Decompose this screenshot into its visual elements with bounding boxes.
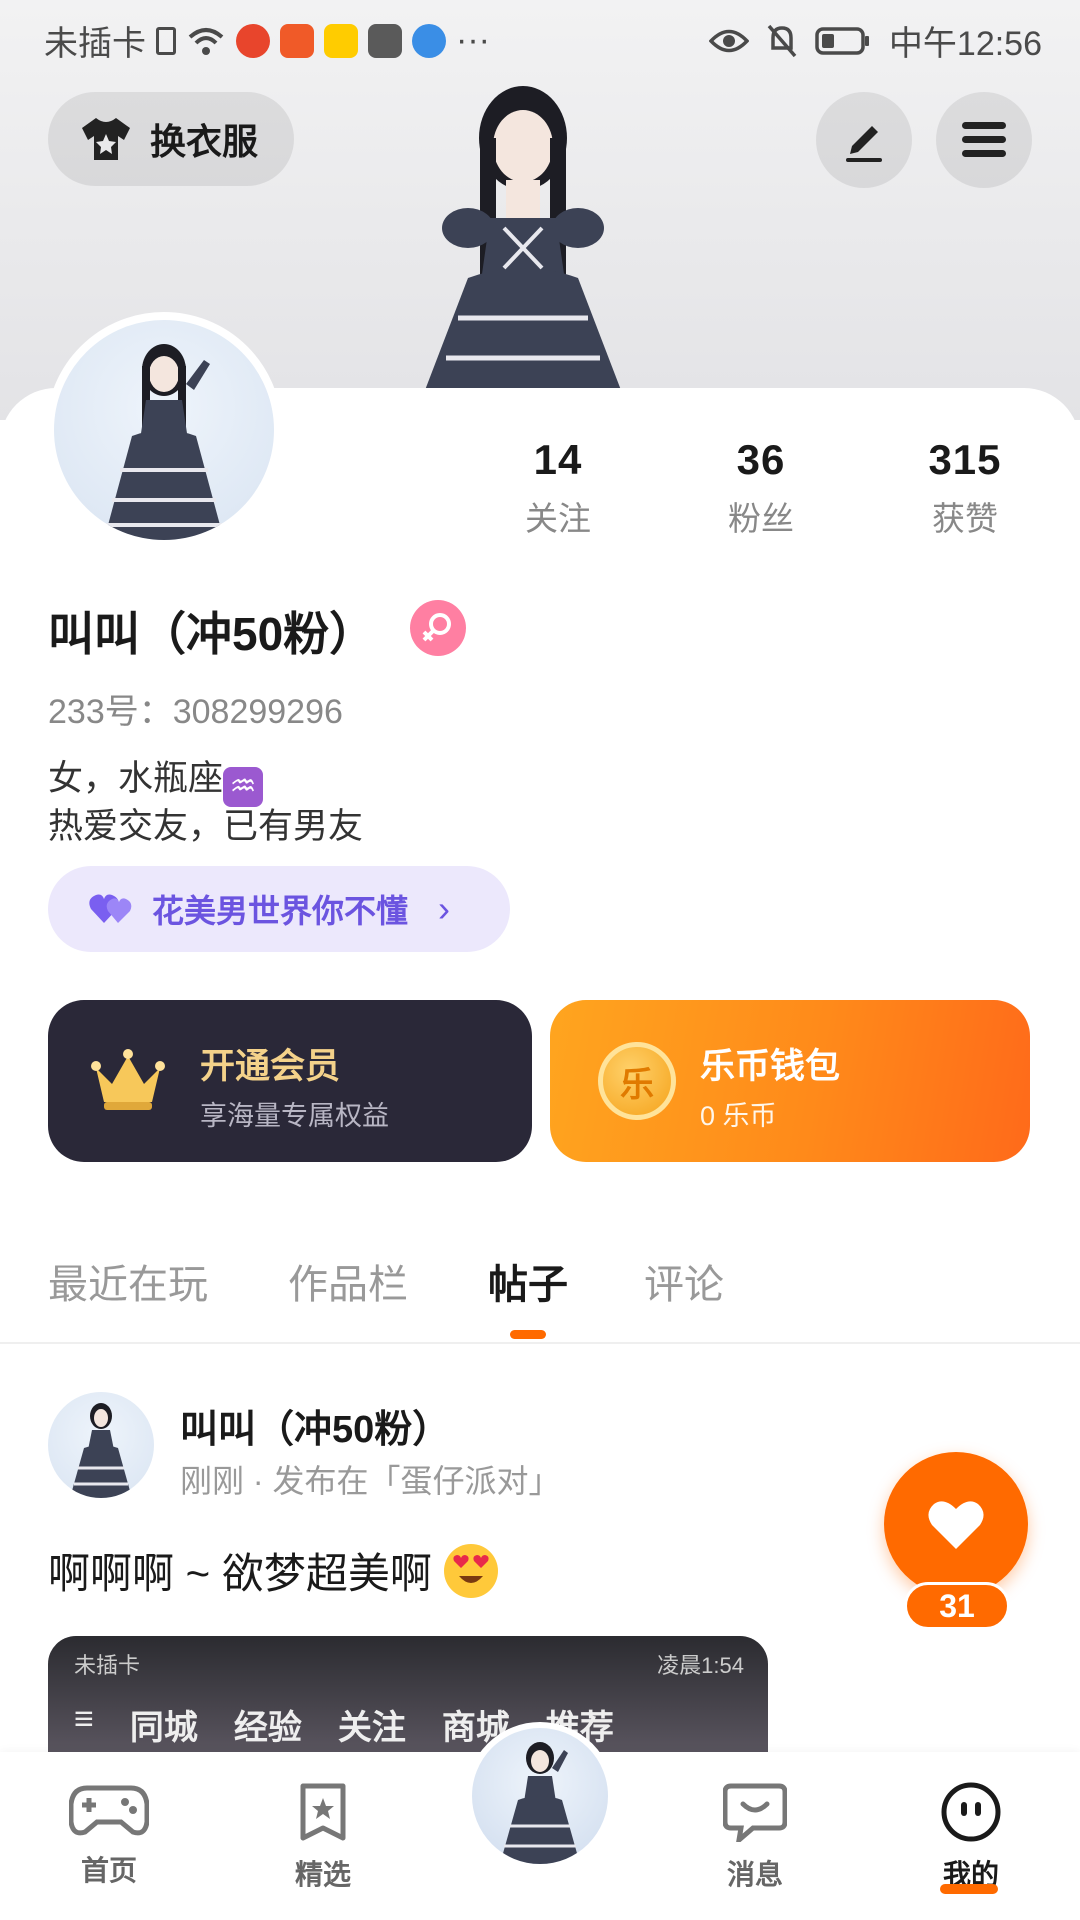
tab-posts[interactable]: 帖子: [488, 1252, 568, 1310]
nav-me[interactable]: 我的: [906, 1782, 1036, 1893]
nav-messages[interactable]: 消息: [690, 1782, 820, 1893]
female-gender-icon: [410, 600, 466, 656]
bio-text: 女，水瓶座: [48, 759, 224, 798]
gamepad-icon: [68, 1785, 150, 1836]
post-author-avatar[interactable]: [48, 1392, 154, 1498]
edit-profile-button[interactable]: [816, 92, 912, 188]
like-count: 31: [904, 1582, 1010, 1630]
huawei-app-icon: [368, 23, 402, 58]
screenshot-status-carrier: 未插卡: [74, 1653, 141, 1678]
mute-bell-icon: [767, 24, 797, 57]
post-author-name[interactable]: 叫叫（冲50粉）: [180, 1398, 450, 1453]
wallet-title: 乐币钱包: [700, 1047, 841, 1086]
bio-line-2: 热爱交友，已有男友: [48, 807, 364, 846]
tab-works[interactable]: 作品栏: [288, 1252, 408, 1310]
post-meta: 刚刚 · 发布在「蛋仔派对」: [180, 1463, 561, 1499]
more-notifications: ···: [456, 21, 490, 59]
clock-text: 中午12:56: [888, 25, 1042, 63]
stat-value: 315: [928, 436, 1002, 483]
vip-membership-card[interactable]: 开通会员 享海量专属权益: [48, 1000, 532, 1162]
app-notification-icon: [280, 23, 314, 58]
stat-label: 获赞: [932, 500, 998, 537]
screenshot-menu-icon: ≡: [74, 1700, 94, 1738]
profile-tabs: 最近在玩 作品栏 帖子 评论: [0, 1240, 1080, 1340]
wallet-card[interactable]: 乐 乐币钱包 0 乐币: [550, 1000, 1030, 1162]
battery-icon: [815, 26, 869, 55]
stat-value: 14: [533, 436, 583, 483]
coin-icon: 乐: [598, 1042, 676, 1120]
post-image[interactable]: 未插卡 凌晨1:54 ≡ 同城 经验 关注 商城 推荐: [48, 1636, 768, 1756]
like-button[interactable]: [884, 1452, 1028, 1596]
nav-active-indicator: [940, 1884, 998, 1894]
active-tab-indicator: [510, 1330, 546, 1339]
status-bar: 未插卡 ··· 中午12:56: [0, 0, 1080, 76]
screenshot-tab: 经验: [233, 1709, 302, 1747]
stat-value: 36: [736, 436, 786, 483]
app-notification-icon: [324, 23, 358, 58]
screenshot-tab: 同城: [129, 1709, 198, 1747]
menu-button[interactable]: [936, 92, 1032, 188]
heart-icon: [928, 1501, 984, 1549]
nav-avatar-center-button[interactable]: [466, 1722, 614, 1870]
club-badge-button[interactable]: 花美男世界你不懂 ›: [48, 866, 510, 952]
bottom-navigation: 首页 精选 消息 我的: [0, 1722, 1080, 1920]
stat-followers[interactable]: 36 粉丝: [676, 436, 846, 540]
wifi-icon: [188, 27, 224, 55]
eye-icon: [708, 29, 749, 52]
user-id[interactable]: 233号：308299296: [48, 684, 343, 733]
stat-following[interactable]: 14 关注: [473, 436, 643, 540]
double-heart-icon: [89, 894, 132, 923]
crown-icon: [91, 1049, 165, 1110]
divider: [0, 1342, 1080, 1344]
club-label: 花美男世界你不懂: [152, 893, 409, 929]
pen-icon: [846, 126, 882, 162]
profile-name: 叫叫（冲50粉）: [48, 608, 376, 660]
stat-label: 粉丝: [728, 500, 794, 537]
nav-featured[interactable]: 精选: [258, 1782, 388, 1893]
avatar-figure: [70, 1403, 132, 1498]
wallet-balance: 0 乐币: [700, 1101, 777, 1131]
chat-bubble-icon: [722, 1783, 788, 1847]
vip-title: 开通会员: [200, 1047, 341, 1086]
browser-icon: [412, 23, 446, 58]
chevron-right-icon: ›: [438, 888, 451, 929]
stat-likes[interactable]: 315 获赞: [880, 436, 1050, 540]
avatar-3d-figure: [422, 86, 624, 398]
vip-subtitle: 享海量专属权益: [200, 1101, 389, 1131]
tab-comments[interactable]: 评论: [644, 1252, 724, 1310]
nav-label: 首页: [80, 1855, 137, 1886]
screenshot-status-time: 凌晨1:54: [657, 1653, 744, 1678]
face-icon: [941, 1782, 1001, 1842]
sim-icon: [156, 26, 176, 55]
screenshot-tab: 关注: [337, 1709, 406, 1747]
heart-eyes-emoji-icon: [443, 1544, 498, 1598]
profile-stats: 14 关注 36 粉丝 315 获赞: [0, 436, 1080, 546]
change-outfit-button[interactable]: 换衣服: [48, 92, 294, 186]
stat-label: 关注: [525, 500, 591, 537]
hamburger-icon: [962, 122, 1006, 157]
post-text-content: 啊啊啊 ~ 欲梦超美啊: [48, 1550, 432, 1597]
avatar-figure: [500, 1742, 580, 1864]
tshirt-icon: [82, 118, 130, 160]
nav-label: 消息: [726, 1859, 783, 1890]
star-bookmark-icon: [300, 1783, 346, 1841]
app-notification-icon: [236, 23, 270, 58]
change-outfit-label: 换衣服: [150, 121, 259, 162]
carrier-text: 未插卡: [44, 25, 146, 63]
nav-home[interactable]: 首页: [44, 1782, 174, 1889]
tab-recently-played[interactable]: 最近在玩: [48, 1252, 208, 1310]
nav-label: 精选: [294, 1859, 351, 1890]
post-text: 啊啊啊 ~ 欲梦超美啊: [48, 1540, 498, 1601]
